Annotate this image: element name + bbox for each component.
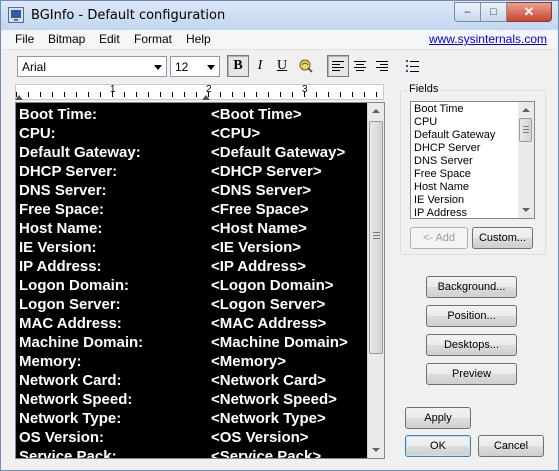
scrollbar-thumb[interactable] <box>519 118 532 142</box>
editor-line: DNS Server: <DNS Server> <box>19 182 312 199</box>
field-item[interactable]: IP Address <box>414 207 467 218</box>
editor-line: Default Gateway: <Default Gateway> <box>19 144 346 161</box>
editor-line: Logon Domain: <Logon Domain> <box>19 277 334 294</box>
field-item[interactable]: IE Version <box>414 194 464 207</box>
scrollbar-thumb[interactable] <box>369 121 383 354</box>
bold-icon: B <box>233 58 243 73</box>
align-center-icon <box>354 60 366 72</box>
editor-line: Free Space: <Free Space> <box>19 201 309 218</box>
editor-line: Memory: <Memory> <box>19 353 287 370</box>
insert-image-button[interactable] <box>295 55 317 77</box>
editor-line: DHCP Server: <DHCP Server> <box>19 163 322 180</box>
font-size-value: 12 <box>175 60 189 74</box>
field-item[interactable]: CPU <box>414 116 437 129</box>
ruler-mark: 3 <box>302 84 308 95</box>
left-indent-marker[interactable] <box>15 95 23 100</box>
underline-button[interactable]: U <box>271 55 293 77</box>
underline-icon: U <box>276 58 288 73</box>
arrow-down-icon <box>372 448 380 452</box>
italic-icon: I <box>257 58 263 73</box>
title-bar[interactable]: BGInfo - Default configuration – □ ✕ <box>1 1 558 30</box>
font-size-select[interactable]: 12 <box>170 56 220 77</box>
chevron-down-icon <box>154 65 162 70</box>
maximize-button[interactable]: □ <box>481 2 507 22</box>
editor-line: Boot Time: <Boot Time> <box>19 106 302 123</box>
ruler-mark: 2 <box>206 84 212 95</box>
editor-line: Logon Server: <Logon Server> <box>19 296 326 313</box>
desktops-button[interactable]: Desktops... <box>426 334 517 356</box>
editor-line: Network Type: <Network Type> <box>19 410 326 427</box>
bold-button[interactable]: B <box>227 55 249 77</box>
menu-format[interactable]: Format <box>134 32 172 46</box>
align-right-icon <box>376 60 388 72</box>
scroll-up-button[interactable] <box>368 103 384 119</box>
arrow-down-icon <box>522 208 530 212</box>
menu-file[interactable]: File <box>15 32 34 46</box>
editor-line: Network Card: <Network Card> <box>19 372 327 389</box>
editor-line: Network Speed: <Network Speed> <box>19 391 337 408</box>
insert-image-icon <box>299 59 313 73</box>
bullet-list-button[interactable] <box>402 55 424 77</box>
menu-edit[interactable]: Edit <box>99 32 120 46</box>
align-left-icon <box>332 60 344 72</box>
menu-bitmap[interactable]: Bitmap <box>48 32 85 46</box>
editor-line: Service Pack: <Service Pack> <box>19 448 322 459</box>
font-family-select[interactable]: Arial <box>17 56 167 77</box>
add-field-button[interactable]: <- Add <box>410 227 468 249</box>
sysinternals-link[interactable]: www.sysinternals.com <box>429 32 547 46</box>
bullet-list-icon <box>406 60 420 72</box>
window-title: BGInfo - Default configuration <box>31 8 226 23</box>
align-center-button[interactable] <box>349 55 371 77</box>
italic-button[interactable]: I <box>249 55 271 77</box>
format-toolbar: Arial 12 B I U <box>2 51 557 81</box>
menu-bar: File Bitmap Edit Format Help www.sysinte… <box>2 30 557 50</box>
ruler-mark: 1 <box>110 84 116 95</box>
fields-list[interactable]: Boot Time CPU Default Gateway DHCP Serve… <box>410 101 535 219</box>
editor-line: CPU: <CPU> <box>19 125 261 142</box>
fields-group: Fields Boot Time CPU Default Gateway DHC… <box>400 83 546 255</box>
arrow-up-icon <box>522 108 530 112</box>
grip-icon <box>373 232 380 241</box>
field-item[interactable]: Free Space <box>414 168 471 181</box>
bginfo-window: BGInfo - Default configuration – □ ✕ Fil… <box>0 0 559 471</box>
field-item[interactable]: DHCP Server <box>414 142 480 155</box>
bginfo-app-icon <box>8 7 24 23</box>
grip-icon <box>523 126 529 133</box>
chevron-down-icon <box>207 65 215 70</box>
position-button[interactable]: Position... <box>426 305 517 327</box>
minimize-button[interactable]: – <box>454 2 481 22</box>
ruler: 1 2 3 <box>15 84 384 100</box>
field-item[interactable]: DNS Server <box>414 155 473 168</box>
font-family-value: Arial <box>22 60 47 74</box>
close-button[interactable]: ✕ <box>507 2 552 22</box>
editor-line: Host Name: <Host Name> <box>19 220 307 237</box>
editor-line: IP Address: <IP Address> <box>19 258 307 275</box>
custom-field-button[interactable]: Custom... <box>472 227 533 249</box>
apply-button[interactable]: Apply <box>405 407 471 429</box>
align-left-button[interactable] <box>327 55 349 77</box>
scroll-down-button[interactable] <box>518 202 534 218</box>
info-editor[interactable]: Boot Time: <Boot Time> CPU: <CPU> Default … <box>15 102 385 459</box>
ok-button[interactable]: OK <box>405 435 471 457</box>
editor-line: OS Version: <OS Version> <box>19 429 309 446</box>
editor-line: IE Version: <IE Version> <box>19 239 302 256</box>
scroll-down-button[interactable] <box>368 442 384 458</box>
field-item[interactable]: Default Gateway <box>414 129 495 142</box>
field-item[interactable]: Boot Time <box>414 103 464 116</box>
editor-line: MAC Address: <MAC Address> <box>19 315 327 332</box>
cancel-button[interactable]: Cancel <box>478 435 544 457</box>
fields-scrollbar[interactable] <box>518 102 534 218</box>
field-item[interactable]: Host Name <box>414 181 469 194</box>
editor-line: Machine Domain: <Machine Domain> <box>19 334 348 351</box>
arrow-up-icon <box>372 109 380 113</box>
editor-scrollbar[interactable] <box>367 103 384 458</box>
fields-legend: Fields <box>407 83 441 95</box>
tab-stop-marker[interactable] <box>202 95 210 100</box>
menu-help[interactable]: Help <box>186 32 211 46</box>
align-right-button[interactable] <box>371 55 393 77</box>
scroll-up-button[interactable] <box>518 102 534 118</box>
preview-button[interactable]: Preview <box>426 363 517 385</box>
background-button[interactable]: Background... <box>426 276 517 298</box>
